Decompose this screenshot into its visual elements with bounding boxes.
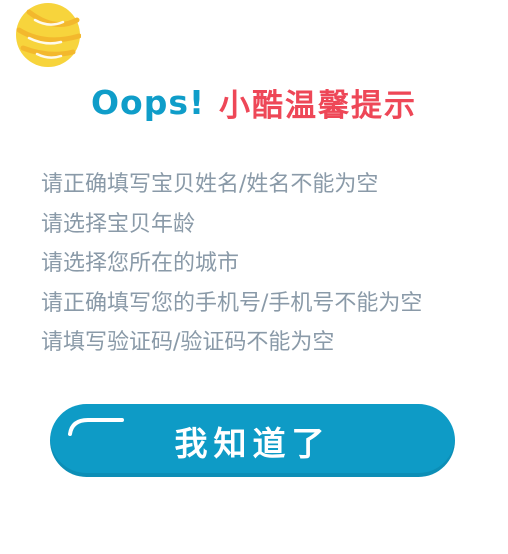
- moon-icon: [15, 2, 82, 68]
- confirm-button[interactable]: 我知道了: [50, 404, 455, 477]
- error-message-baby-age: 请选择宝贝年龄: [41, 211, 196, 237]
- button-highlight: [68, 418, 124, 436]
- error-message-list: 请正确填写宝贝姓名/姓名不能为空 请选择宝贝年龄 请选择您所在的城市 请正确填写…: [41, 165, 501, 363]
- oops-text: Oops!: [90, 82, 206, 122]
- dialog-header: Oops! 小酷温馨提示: [0, 78, 508, 126]
- error-message-city: 请选择您所在的城市: [41, 251, 240, 276]
- dialog-title: 小酷温馨提示: [219, 87, 418, 124]
- error-message-code: 请填写验证码/验证码不能为空: [41, 330, 335, 355]
- confirm-button-label: 我知道了: [174, 423, 331, 463]
- error-message-phone: 请正确填写您的手机号/手机号不能为空: [41, 290, 423, 316]
- error-message-baby-name: 请正确填写宝贝姓名/姓名不能为空: [41, 172, 379, 197]
